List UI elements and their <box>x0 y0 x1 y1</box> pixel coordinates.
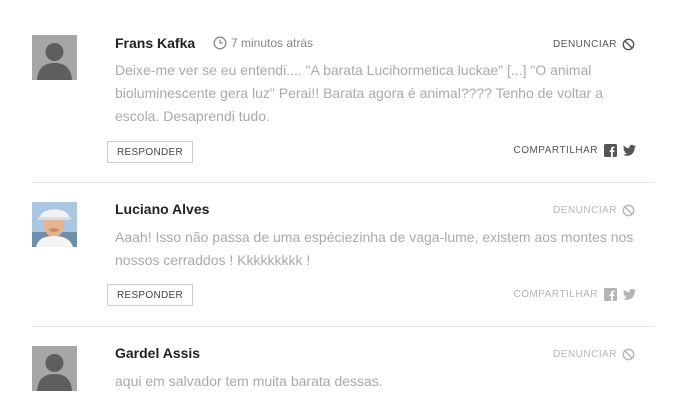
ban-icon <box>622 348 635 361</box>
comment-timestamp: 7 minutos atrás <box>213 36 313 50</box>
report-button[interactable]: DENUNCIAR <box>553 204 635 217</box>
share-control[interactable]: COMPARTILHAR <box>513 288 636 301</box>
comment-divider <box>32 326 655 327</box>
comment-text: Aaah! Isso não passa de uma espéciezinha… <box>115 229 634 268</box>
facebook-icon[interactable] <box>604 144 617 157</box>
share-label: COMPARTILHAR <box>513 145 598 156</box>
share-control[interactable]: COMPARTILHAR <box>513 144 636 157</box>
reply-button[interactable]: RESPONDER <box>107 284 193 306</box>
comment-text: aqui em salvador tem muita barata dessas… <box>115 373 383 389</box>
comment-author[interactable]: Frans Kafka <box>115 35 195 51</box>
report-label: DENUNCIAR <box>553 205 617 216</box>
share-label: COMPARTILHAR <box>513 289 598 300</box>
clock-icon <box>213 36 227 50</box>
comment-divider <box>32 182 655 183</box>
ban-icon <box>622 38 635 51</box>
twitter-icon[interactable] <box>623 288 636 301</box>
avatar[interactable] <box>32 35 77 80</box>
comment-text: Deixe-me ver se eu entendi.... "A barata… <box>115 62 604 124</box>
comment-author[interactable]: Luciano Alves <box>115 201 209 217</box>
report-button[interactable]: DENUNCIAR <box>553 348 635 361</box>
report-button[interactable]: DENUNCIAR <box>553 38 635 51</box>
avatar[interactable] <box>32 202 77 247</box>
default-silhouette-icon <box>32 346 77 391</box>
facebook-icon[interactable] <box>604 288 617 301</box>
reply-button[interactable]: RESPONDER <box>107 141 193 163</box>
avatar[interactable] <box>32 346 77 391</box>
comment-author[interactable]: Gardel Assis <box>115 345 200 361</box>
comment-list: Frans Kafka 7 minutos atrás DENUNCIAR De… <box>0 0 673 405</box>
default-silhouette-icon <box>32 35 77 80</box>
report-label: DENUNCIAR <box>553 349 617 360</box>
user-photo <box>32 202 77 247</box>
timestamp-text: 7 minutos atrás <box>231 36 314 50</box>
twitter-icon[interactable] <box>623 144 636 157</box>
report-label: DENUNCIAR <box>553 39 617 50</box>
ban-icon <box>622 204 635 217</box>
